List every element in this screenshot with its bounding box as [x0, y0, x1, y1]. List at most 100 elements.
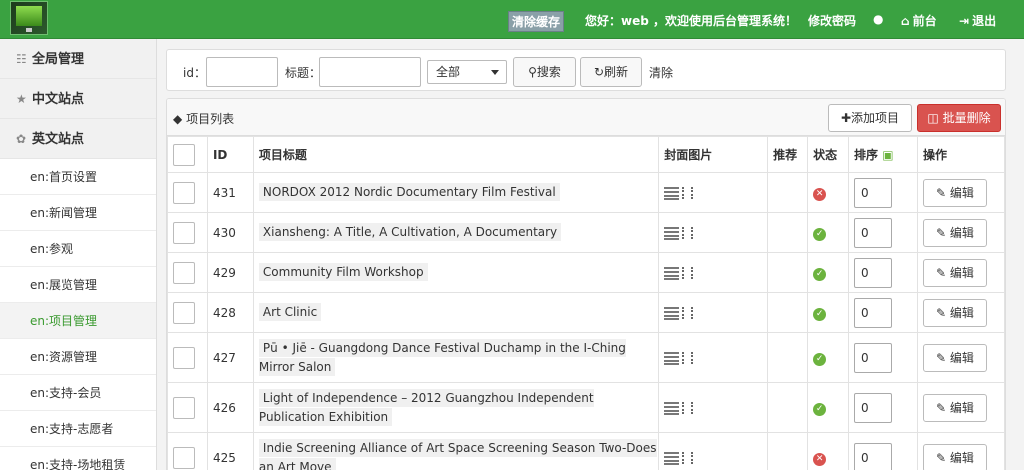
- sidebar-group-global[interactable]: ☷ 全局管理: [0, 39, 156, 79]
- sidebar-item-visit[interactable]: en:参观: [0, 231, 156, 267]
- row-id: 425: [206, 432, 254, 470]
- col-id[interactable]: ID: [206, 136, 254, 173]
- edit-icon: ✎: [936, 265, 947, 280]
- monitor-icon: [16, 6, 42, 26]
- sidebar-item-venue-rental[interactable]: en:支持-场地租赁: [0, 447, 156, 470]
- home-icon: ⌂: [901, 14, 910, 28]
- row-title[interactable]: Xiansheng: A Title, A Cultivation, A Doc…: [258, 223, 562, 241]
- sidebar-group-chinese[interactable]: ★ 中文站点: [0, 79, 156, 119]
- add-project-button[interactable]: ✚添加项目: [828, 104, 912, 132]
- id-input[interactable]: [206, 57, 278, 87]
- status-inactive-icon[interactable]: ✕: [813, 452, 827, 466]
- signout-icon: ⇥: [959, 14, 970, 28]
- cover-image[interactable]: [664, 306, 694, 320]
- project-table: ID 项目标题 封面图片 推荐 状态 排序 ▣ 操作 431 NORDOX 20…: [167, 136, 1005, 470]
- edit-button[interactable]: ✎ 编辑: [922, 343, 987, 372]
- row-id: 428: [206, 292, 254, 333]
- twitter-icon: ✿: [16, 132, 27, 146]
- row-id: 426: [206, 382, 254, 433]
- sort-input[interactable]: 0: [854, 342, 893, 373]
- search-button[interactable]: ⚲搜索: [513, 57, 576, 87]
- row-id: 429: [206, 252, 254, 293]
- sort-input[interactable]: 0: [854, 217, 893, 248]
- sidebar-item-members[interactable]: en:支持-会员: [0, 375, 156, 411]
- cover-image[interactable]: [664, 266, 694, 280]
- row-checkbox[interactable]: [173, 261, 195, 284]
- row-checkbox[interactable]: [173, 396, 195, 419]
- row-checkbox[interactable]: [173, 301, 195, 324]
- droplet-icon[interactable]: ●: [873, 12, 883, 26]
- row-recommend: [767, 292, 809, 333]
- status-active-icon[interactable]: ✓: [813, 307, 827, 321]
- change-password-link[interactable]: 修改密码: [808, 12, 856, 29]
- edit-button[interactable]: ✎ 编辑: [922, 443, 987, 470]
- row-title[interactable]: Indie Screening Alliance of Art Space Sc…: [258, 438, 657, 470]
- edit-icon: ✎: [936, 350, 947, 365]
- cover-image[interactable]: [664, 351, 694, 365]
- row-title[interactable]: Community Film Workshop: [258, 263, 428, 281]
- row-id: 427: [206, 332, 254, 383]
- edit-button[interactable]: ✎ 编辑: [922, 393, 987, 422]
- table-row: 427 Pū • Jiē - Guangdong Dance Festival …: [167, 332, 1005, 383]
- sidebar-item-home-settings[interactable]: en:首页设置: [0, 159, 156, 195]
- row-title[interactable]: Pū • Jiē - Guangdong Dance Festival Duch…: [258, 338, 626, 376]
- sidebar-item-resources[interactable]: en:资源管理: [0, 339, 156, 375]
- row-id: 431: [206, 172, 254, 213]
- sort-input[interactable]: 0: [854, 177, 893, 208]
- search-panel: id： 标题： 全部 ⚲搜索 ↻刷新 清除: [166, 49, 1006, 91]
- status-inactive-icon[interactable]: ✕: [813, 187, 827, 201]
- logout-link[interactable]: ⇥ 退出: [959, 12, 996, 29]
- cover-image[interactable]: [664, 401, 694, 415]
- sidebar-item-volunteers[interactable]: en:支持-志愿者: [0, 411, 156, 447]
- sort-input[interactable]: 0: [854, 392, 893, 423]
- table-row: 425 Indie Screening Alliance of Art Spac…: [167, 432, 1005, 470]
- sidebar-item-projects[interactable]: en:项目管理: [0, 303, 156, 339]
- sort-input[interactable]: 0: [854, 297, 893, 328]
- sidebar-item-exhibitions[interactable]: en:展览管理: [0, 267, 156, 303]
- clear-link[interactable]: 清除: [649, 64, 673, 81]
- logo[interactable]: [10, 1, 48, 35]
- row-checkbox[interactable]: [173, 181, 195, 204]
- edit-button[interactable]: ✎ 编辑: [922, 258, 987, 287]
- sidebar-item-news[interactable]: en:新闻管理: [0, 195, 156, 231]
- status-active-icon[interactable]: ✓: [813, 352, 827, 366]
- refresh-button[interactable]: ↻刷新: [580, 57, 642, 87]
- edit-icon: ✎: [936, 450, 947, 465]
- status-active-icon[interactable]: ✓: [813, 402, 827, 416]
- category-select[interactable]: 全部: [427, 60, 507, 84]
- col-sort[interactable]: 排序 ▣: [848, 136, 918, 173]
- table-row: 430 Xiansheng: A Title, A Cultivation, A…: [167, 212, 1005, 253]
- edit-button[interactable]: ✎ 编辑: [922, 298, 987, 327]
- row-recommend: [767, 172, 809, 213]
- row-title[interactable]: NORDOX 2012 Nordic Documentary Film Fest…: [258, 183, 560, 201]
- row-checkbox[interactable]: [173, 446, 195, 469]
- list-header: ◆ 项目列表 ✚添加项目 ◫ 批量删除: [167, 99, 1005, 136]
- table-row: 429 Community Film Workshop ✓ 0 ✎ 编辑: [167, 252, 1005, 293]
- cover-image[interactable]: [664, 226, 694, 240]
- plus-icon: ✚: [840, 111, 852, 125]
- row-title[interactable]: Art Clinic: [258, 303, 322, 321]
- select-all-checkbox[interactable]: [173, 143, 195, 166]
- sort-input[interactable]: 0: [854, 442, 893, 470]
- row-title[interactable]: Light of Independence – 2012 Guangzhou I…: [258, 388, 594, 426]
- row-checkbox[interactable]: [173, 346, 195, 369]
- front-link[interactable]: ⌂ 前台: [901, 12, 937, 29]
- cover-image[interactable]: [664, 451, 694, 465]
- save-sort-icon[interactable]: ▣: [882, 148, 893, 162]
- edit-button[interactable]: ✎ 编辑: [922, 218, 987, 247]
- table-header-row: ID 项目标题 封面图片 推荐 状态 排序 ▣ 操作: [167, 136, 1005, 173]
- col-title: 项目标题: [252, 136, 660, 173]
- row-checkbox[interactable]: [173, 221, 195, 244]
- diamond-icon: ◆: [173, 112, 183, 126]
- edit-button[interactable]: ✎ 编辑: [922, 178, 987, 207]
- status-active-icon[interactable]: ✓: [813, 227, 827, 241]
- status-active-icon[interactable]: ✓: [813, 267, 827, 281]
- title-input[interactable]: [319, 57, 421, 87]
- col-action: 操作: [916, 136, 1005, 173]
- sort-input[interactable]: 0: [854, 257, 893, 288]
- clear-cache-button[interactable]: 清除缓存: [508, 11, 565, 32]
- batch-delete-button[interactable]: ◫ 批量删除: [917, 104, 1001, 132]
- star-icon: ★: [16, 92, 27, 106]
- sidebar-group-english[interactable]: ✿ 英文站点: [0, 119, 156, 159]
- cover-image[interactable]: [664, 186, 694, 200]
